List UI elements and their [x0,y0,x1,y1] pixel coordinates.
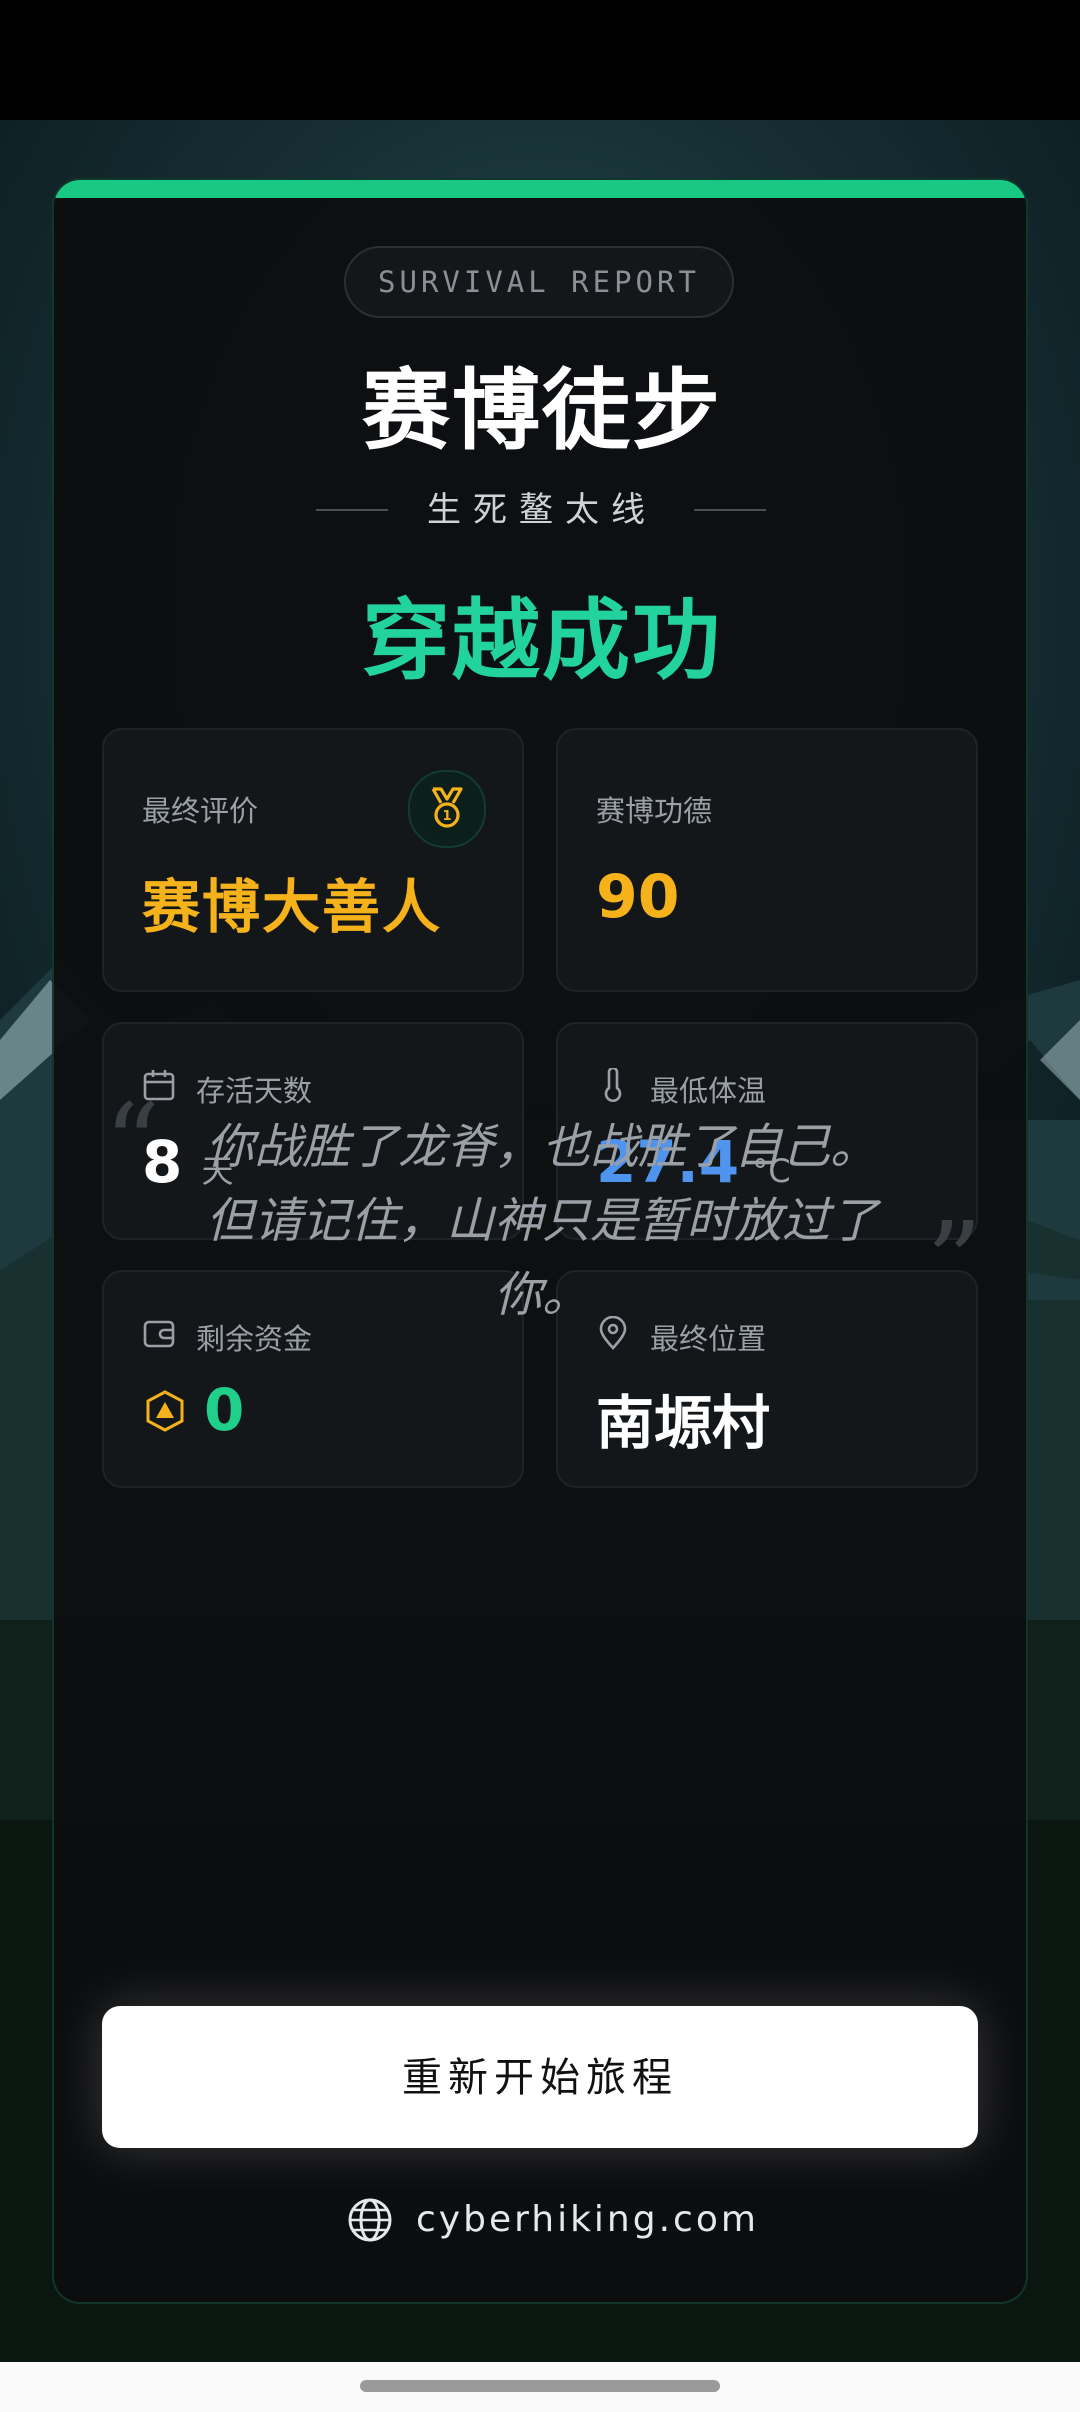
route-subtitle: 生死鳌太线 [427,490,657,530]
stat-label: 最低体温 [650,1074,767,1108]
survival-report-card: SURVIVAL REPORT 赛博徒步 生死鳌太线 穿越成功 最终评价 1 赛… [52,178,1028,2304]
stat-value-merit: 90 [596,862,680,932]
stat-value-location: 南塬村 [596,1389,771,1457]
coin-icon [144,1390,186,1432]
status-bar-area [0,0,1080,120]
stat-value-funds: 0 [204,1376,245,1444]
restart-journey-button[interactable]: 重新开始旅程 [102,2006,978,2148]
quote-open-mark: “ [104,1080,161,1208]
globe-icon [348,2198,392,2242]
stat-value-rating: 赛博大善人 [142,873,443,941]
closing-quote: 你战胜了龙脊，也战胜了自己。但请记住，山神只是暂时放过了你。 [205,1119,878,1323]
subtitle-divider-right [694,509,766,511]
stat-final-rating: 最终评价 1 赛博大善人 [102,728,524,992]
result-status: 穿越成功 [361,589,722,692]
wallet-icon [142,1316,176,1350]
medal-icon: 1 [408,770,486,848]
thermometer-icon [596,1066,630,1102]
svg-text:1: 1 [442,809,451,824]
stat-cyber-merit: 赛博功德 90 [556,728,978,992]
subtitle-row: 生死鳌太线 [54,480,1026,540]
quote-close-mark: ” [926,1198,983,1326]
stat-label: 存活天数 [196,1074,313,1108]
stat-label: 赛博功德 [596,794,713,828]
survival-report-badge: SURVIVAL REPORT [344,246,734,318]
home-indicator[interactable] [360,2380,720,2392]
stat-label: 最终评价 [142,794,259,828]
card-accent-bar [54,180,1026,198]
report-title: 赛博徒步 [361,359,722,462]
website-link[interactable]: cyberhiking.com [416,2190,759,2250]
footer-website: cyberhiking.com [54,2190,1026,2250]
